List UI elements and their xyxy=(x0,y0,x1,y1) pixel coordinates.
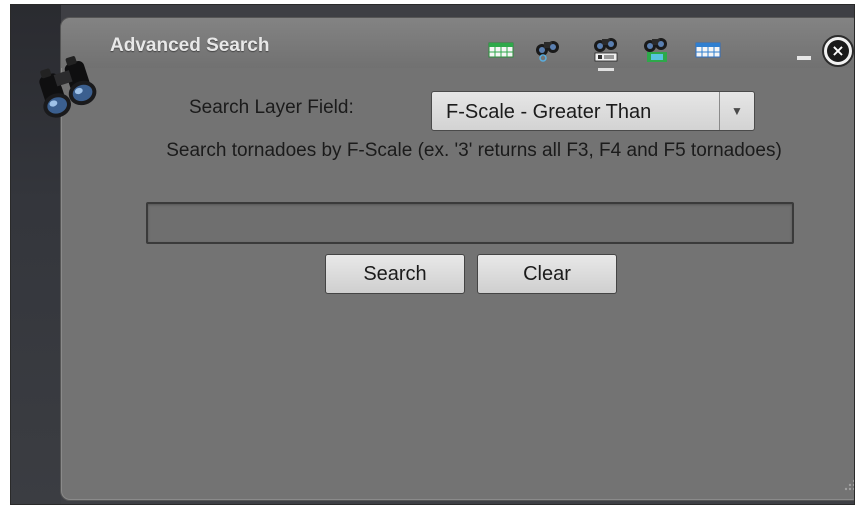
table-icon[interactable] xyxy=(486,34,516,64)
chevron-down-icon[interactable]: ▼ xyxy=(719,92,754,130)
resize-grip-icon[interactable] xyxy=(841,477,855,493)
clear-button[interactable]: Clear xyxy=(477,254,617,294)
search-button[interactable]: Search xyxy=(325,254,465,294)
minimize-button[interactable] xyxy=(797,56,811,60)
app-frame: Advanced Search × Search Layer Field: F-… xyxy=(10,4,855,505)
binoculars-select-icon[interactable] xyxy=(533,34,563,64)
close-icon: × xyxy=(831,41,845,60)
search-layer-field-label: Search Layer Field: xyxy=(189,97,354,118)
search-field-select[interactable]: F-Scale - Greater Than ▼ xyxy=(431,91,755,131)
search-input[interactable] xyxy=(146,202,794,244)
binoculars-text-icon[interactable] xyxy=(591,34,621,71)
window-title: Advanced Search xyxy=(110,35,270,56)
selected-field-value: F-Scale - Greater Than xyxy=(446,101,652,123)
binoculars-icon xyxy=(39,56,97,118)
binoculars-map-icon[interactable] xyxy=(641,34,671,64)
window-header: Advanced Search × xyxy=(61,18,854,71)
grid-table-icon[interactable] xyxy=(693,34,723,64)
close-button[interactable]: × xyxy=(822,35,854,67)
search-help-text: Search tornadoes by F-Scale (ex. '3' ret… xyxy=(166,140,782,161)
